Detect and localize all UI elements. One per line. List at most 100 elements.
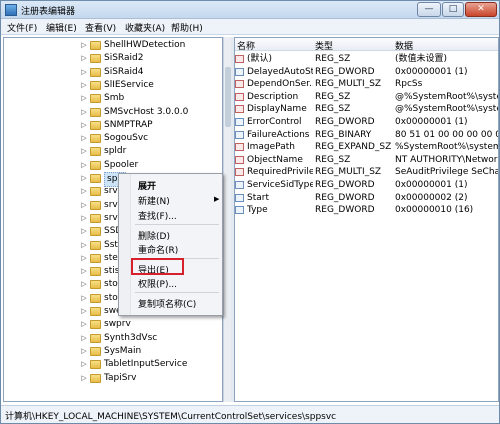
expand-arrow-icon[interactable]: ▷ (80, 345, 88, 358)
tree-item[interactable]: ▷ ShellHWDetection (4, 39, 222, 52)
ctx-expand[interactable]: 展开 (138, 179, 156, 192)
expand-arrow-icon[interactable]: ▷ (80, 252, 88, 265)
expand-arrow-icon[interactable]: ▷ (80, 305, 88, 318)
tree-item-label: srv (104, 186, 118, 197)
tree-item[interactable]: ▷ Smb (4, 92, 222, 105)
tree-item[interactable]: ▷ SNMPTRAP (4, 119, 222, 132)
folder-icon (90, 346, 101, 356)
column-name-header[interactable]: 名称 (237, 39, 255, 52)
tree-item[interactable]: ▷ SogouSvc (4, 132, 222, 145)
expand-arrow-icon[interactable]: ▷ (80, 66, 88, 79)
expand-arrow-icon[interactable]: ▷ (80, 119, 88, 132)
expand-arrow-icon[interactable]: ▷ (80, 39, 88, 52)
value-name: (默认) (247, 54, 273, 64)
tree-item[interactable]: ▷ spldr (4, 145, 222, 158)
tree-item[interactable]: ▷ SMSvcHost 3.0.0.0 (4, 106, 222, 119)
tree-item[interactable]: ▷ SlIEService (4, 79, 222, 92)
expand-arrow-icon[interactable]: ▷ (80, 145, 88, 158)
expand-arrow-icon[interactable]: ▷ (80, 185, 88, 198)
column-type-header[interactable]: 类型 (315, 39, 333, 52)
export-highlight-box (131, 258, 184, 275)
value-row[interactable]: RequiredPrivile...REG_MULTI_SZ SeAuditPri… (235, 166, 498, 178)
expand-arrow-icon[interactable]: ▷ (80, 265, 88, 278)
tree-item[interactable]: ▷ Synth3dVsc (4, 332, 222, 345)
value-row[interactable]: ServiceSidType REG_DWORD 0x00000001 (1) (235, 179, 498, 191)
close-button[interactable]: ✕ (465, 2, 497, 17)
expand-arrow-icon[interactable]: ▷ (80, 199, 88, 212)
expand-arrow-icon[interactable]: ▷ (80, 172, 88, 185)
expand-arrow-icon[interactable]: ▷ (80, 292, 88, 305)
value-name: DependOnSer... (247, 79, 313, 90)
tree-item[interactable]: ▷ TabletInputService (4, 358, 222, 371)
expand-arrow-icon[interactable]: ▷ (80, 239, 88, 252)
value-name: ObjectName (247, 154, 303, 165)
expand-arrow-icon[interactable]: ▷ (80, 225, 88, 238)
expand-arrow-icon[interactable]: ▷ (80, 92, 88, 105)
value-row[interactable]: Start REG_DWORD 0x00000002 (2) (235, 192, 498, 204)
menu-file[interactable]: 文件(F) (7, 21, 37, 34)
expand-arrow-icon[interactable]: ▷ (80, 159, 88, 172)
binary-value-icon (235, 118, 244, 126)
folder-icon (90, 160, 101, 170)
value-row[interactable]: DelayedAutoSt...REG_DWORD 0x00000001 (1) (235, 66, 498, 78)
expand-arrow-icon[interactable]: ▷ (80, 358, 88, 371)
ctx-permissions[interactable]: 权限(P)... (138, 277, 177, 290)
value-type: REG_BINARY (315, 129, 372, 140)
ctx-delete[interactable]: 删除(D) (138, 229, 170, 242)
folder-icon (90, 333, 101, 343)
folder-icon (90, 307, 101, 316)
value-row[interactable]: FailureActions REG_BINARY 80 51 01 00 00 0… (235, 129, 498, 141)
tree-item-label: spldr (104, 146, 127, 157)
expand-arrow-icon[interactable]: ▷ (80, 132, 88, 145)
column-data-header[interactable]: 数据 (395, 39, 413, 52)
tree-scrollbar[interactable] (223, 37, 231, 402)
ctx-rename[interactable]: 重命名(R) (138, 243, 178, 256)
ctx-separator (135, 224, 219, 225)
expand-arrow-icon[interactable]: ▷ (80, 79, 88, 92)
tree-item-label: TabletInputService (104, 359, 188, 370)
ctx-find[interactable]: 查找(F)... (138, 209, 177, 222)
folder-icon (90, 293, 101, 303)
value-row[interactable]: ErrorControl REG_DWORD 0x00000001 (1) (235, 116, 498, 128)
tree-item[interactable]: ▷ SiSRaid2 (4, 52, 222, 65)
expand-arrow-icon[interactable]: ▷ (80, 52, 88, 65)
tree-item-label: SiSRaid2 (104, 53, 144, 64)
expand-arrow-icon[interactable]: ▷ (80, 318, 88, 331)
value-row[interactable]: Description REG_SZ @%SystemRoot%\system3 (235, 91, 498, 103)
window-title: 注册表编辑器 (21, 7, 76, 17)
folder-icon (90, 134, 101, 144)
tree-item[interactable]: ▷ SysMain (4, 345, 222, 358)
folder-icon (90, 213, 101, 223)
menu-help[interactable]: 帮助(H) (171, 21, 203, 34)
value-list[interactable]: 名称 类型 数据 (默认) REG_SZ (数值未设置) DelayedAutoSt.… (234, 37, 499, 402)
folder-icon (90, 94, 101, 104)
binary-value-icon (235, 206, 244, 215)
value-row[interactable]: Type REG_DWORD 0x00000010 (16) (235, 204, 498, 216)
ctx-copy-key-name[interactable]: 复制项名称(C) (138, 297, 196, 310)
value-row[interactable]: ObjectName REG_SZ NT AUTHORITY\NetworkS (235, 154, 498, 166)
expand-arrow-icon[interactable]: ▷ (80, 332, 88, 345)
expand-arrow-icon[interactable]: ▷ (80, 372, 88, 385)
menu-edit[interactable]: 编辑(E) (46, 21, 77, 34)
value-row[interactable]: DependOnSer... REG_MULTI_SZ RpcSs (235, 78, 498, 90)
tree-item[interactable]: ▷ swprv (4, 318, 222, 331)
expand-arrow-icon[interactable]: ▷ (80, 278, 88, 291)
menu-view[interactable]: 查看(V) (85, 21, 116, 34)
minimize-button[interactable]: — (417, 2, 441, 17)
tree-item[interactable]: ▷ SiSRaid4 (4, 66, 222, 79)
value-type: REG_DWORD (315, 192, 375, 203)
value-name: Description (247, 91, 299, 102)
value-row[interactable]: (默认) REG_SZ (数值未设置) (235, 53, 498, 65)
tree-item[interactable]: ▷ TapiSrv (4, 372, 222, 385)
menu-favorites[interactable]: 收藏夹(A) (125, 21, 165, 34)
tree-item[interactable]: ▷ Spooler (4, 159, 222, 172)
maximize-button[interactable]: □ (442, 2, 464, 17)
ctx-new[interactable]: 新建(N) (138, 194, 170, 207)
value-row[interactable]: ImagePath REG_EXPAND_SZ %SystemRoot%\syste… (235, 141, 498, 153)
value-type: REG_SZ (315, 54, 351, 64)
value-row[interactable]: DisplayName REG_SZ @%SystemRoot%\system3 (235, 103, 498, 115)
status-path: 计算机\HKEY_LOCAL_MACHINE\SYSTEM\CurrentCon… (5, 412, 337, 422)
folder-icon (90, 120, 101, 130)
expand-arrow-icon[interactable]: ▷ (80, 106, 88, 119)
expand-arrow-icon[interactable]: ▷ (80, 212, 88, 225)
